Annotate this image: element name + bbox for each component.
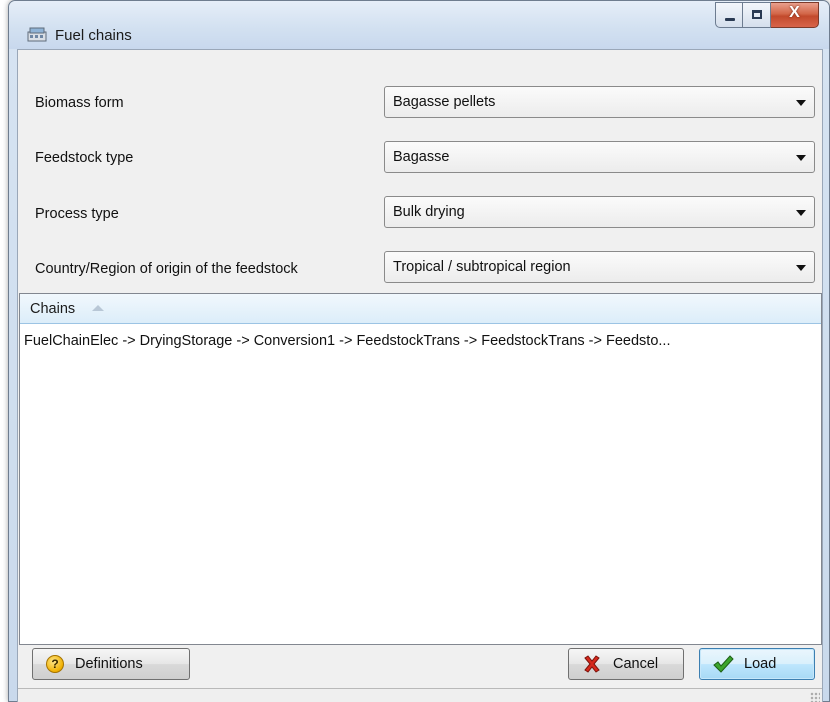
load-label: Load (744, 656, 777, 672)
definitions-label: Definitions (75, 656, 143, 672)
load-button[interactable]: Load (699, 648, 815, 680)
title-bar[interactable]: Fuel chains X (9, 1, 829, 49)
chains-list[interactable]: Chains FuelChainElec -> DryingStorage ->… (19, 293, 822, 645)
dialog-content: Biomass form Bagasse pellets Feedstock t… (17, 49, 823, 702)
minimize-icon (725, 18, 735, 21)
close-button[interactable]: X (771, 2, 819, 28)
definitions-button[interactable]: ? Definitions (32, 648, 190, 680)
feedstock-type-value: Bagasse (393, 149, 450, 165)
chevron-down-icon (796, 100, 806, 106)
app-window-icon (27, 27, 47, 42)
window-title: Fuel chains (55, 27, 132, 44)
origin-value: Tropical / subtropical region (393, 259, 571, 275)
close-icon: X (789, 4, 800, 21)
fuel-chains-window: Fuel chains X Biomass form Bagasse pelle… (8, 0, 830, 702)
chevron-down-icon (796, 265, 806, 271)
sort-ascending-icon (92, 305, 104, 311)
caption-buttons: X (715, 2, 819, 28)
help-icon: ? (46, 655, 64, 673)
maximize-button[interactable] (743, 2, 771, 28)
process-type-combo[interactable]: Bulk drying (384, 196, 815, 228)
chevron-down-icon (796, 155, 806, 161)
feedstock-type-label: Feedstock type (35, 150, 134, 166)
origin-combo[interactable]: Tropical / subtropical region (384, 251, 815, 283)
cancel-button[interactable]: Cancel (568, 648, 684, 680)
process-type-label: Process type (35, 206, 119, 222)
maximize-icon (752, 10, 762, 19)
biomass-form-value: Bagasse pellets (393, 94, 496, 110)
origin-label: Country/Region of origin of the feedstoc… (35, 261, 298, 277)
process-type-value: Bulk drying (393, 204, 465, 220)
chains-header-label: Chains (30, 301, 76, 317)
status-bar (18, 688, 822, 702)
cancel-x-icon (584, 655, 600, 673)
chains-column-header[interactable]: Chains (20, 294, 821, 324)
cancel-label: Cancel (613, 656, 659, 672)
chevron-down-icon (796, 210, 806, 216)
list-item[interactable]: FuelChainElec -> DryingStorage -> Conver… (24, 333, 817, 353)
biomass-form-label: Biomass form (35, 95, 124, 111)
resize-grip-icon[interactable] (810, 692, 820, 702)
minimize-button[interactable] (715, 2, 743, 28)
biomass-form-combo[interactable]: Bagasse pellets (384, 86, 815, 118)
checkmark-icon (713, 655, 734, 673)
feedstock-type-combo[interactable]: Bagasse (384, 141, 815, 173)
